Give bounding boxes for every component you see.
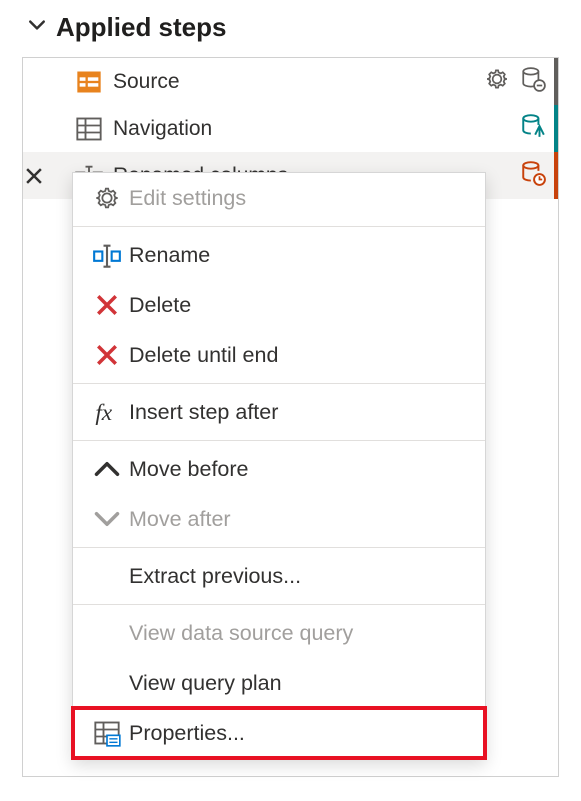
menu-move-after: Move after bbox=[73, 494, 485, 544]
database-minus-icon[interactable] bbox=[520, 66, 546, 98]
source-table-icon bbox=[75, 68, 103, 96]
menu-properties[interactable]: Properties... bbox=[73, 708, 485, 758]
menu-label: Move before bbox=[129, 457, 249, 482]
menu-insert-step-after[interactable]: fx Insert step after bbox=[73, 387, 485, 437]
table-icon bbox=[75, 115, 103, 143]
menu-label: Delete until end bbox=[129, 343, 278, 368]
database-refresh-icon[interactable] bbox=[520, 113, 546, 145]
menu-label: Extract previous... bbox=[129, 564, 301, 589]
menu-extract-previous[interactable]: Extract previous... bbox=[73, 551, 485, 601]
step-context-menu: Edit settings Rename Delete Delete until… bbox=[72, 172, 486, 759]
menu-delete[interactable]: Delete bbox=[73, 280, 485, 330]
menu-view-data-source-query: View data source query bbox=[73, 608, 485, 658]
menu-label: Move after bbox=[129, 507, 231, 532]
menu-separator bbox=[73, 547, 485, 548]
menu-label: Edit settings bbox=[129, 186, 246, 211]
svg-text:fx: fx bbox=[95, 400, 112, 426]
delete-step-icon[interactable] bbox=[21, 165, 47, 187]
properties-table-icon bbox=[85, 719, 129, 747]
menu-label: View query plan bbox=[129, 671, 282, 696]
menu-label: Insert step after bbox=[129, 400, 278, 425]
gear-icon[interactable] bbox=[484, 66, 510, 98]
menu-rename[interactable]: Rename bbox=[73, 230, 485, 280]
fx-icon: fx bbox=[85, 398, 129, 426]
menu-separator bbox=[73, 604, 485, 605]
step-navigation[interactable]: Navigation bbox=[23, 105, 558, 152]
menu-delete-until-end[interactable]: Delete until end bbox=[73, 330, 485, 380]
panel-title: Applied steps bbox=[56, 12, 226, 43]
delete-x-icon bbox=[85, 291, 129, 319]
menu-label: Rename bbox=[129, 243, 210, 268]
step-label: Navigation bbox=[113, 117, 520, 141]
menu-label: Properties... bbox=[129, 721, 245, 746]
menu-label: View data source query bbox=[129, 621, 353, 646]
step-source[interactable]: Source bbox=[23, 58, 558, 105]
panel-header[interactable]: Applied steps bbox=[0, 0, 581, 51]
menu-separator bbox=[73, 383, 485, 384]
chevron-down-icon bbox=[85, 505, 129, 533]
menu-separator bbox=[73, 226, 485, 227]
gear-icon bbox=[85, 184, 129, 212]
menu-move-before[interactable]: Move before bbox=[73, 444, 485, 494]
menu-label: Delete bbox=[129, 293, 191, 318]
menu-edit-settings: Edit settings bbox=[73, 173, 485, 223]
menu-view-query-plan[interactable]: View query plan bbox=[73, 658, 485, 708]
chevron-down-icon bbox=[28, 16, 46, 40]
chevron-up-icon bbox=[85, 455, 129, 483]
delete-x-icon bbox=[85, 341, 129, 369]
database-clock-icon[interactable] bbox=[520, 160, 546, 192]
step-label: Source bbox=[113, 70, 484, 94]
menu-separator bbox=[73, 440, 485, 441]
rename-icon bbox=[85, 241, 129, 269]
